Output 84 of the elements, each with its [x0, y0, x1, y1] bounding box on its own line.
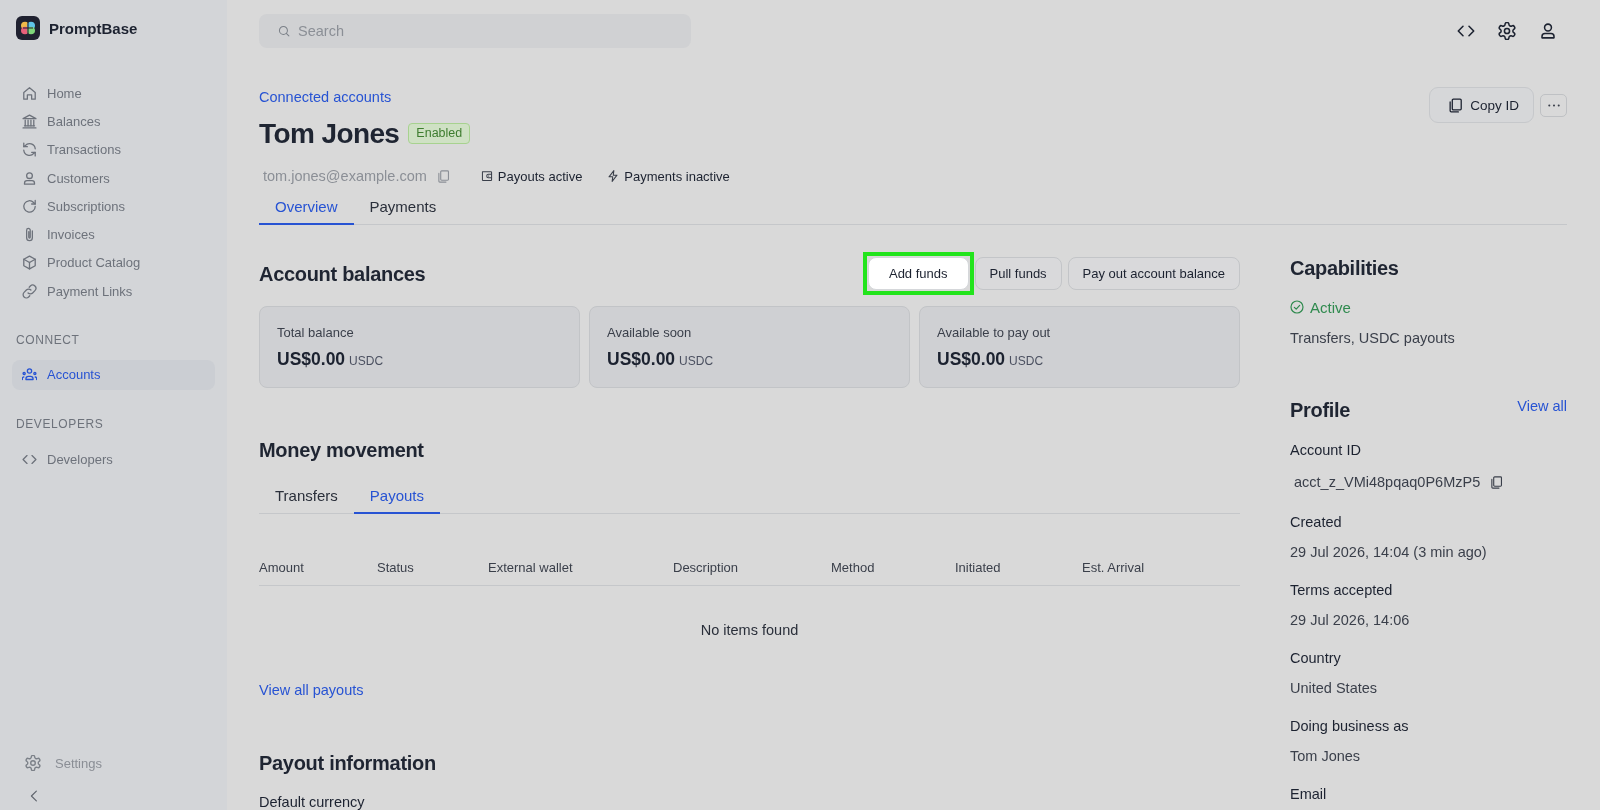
action-button[interactable]: Pull funds	[974, 257, 1062, 290]
home-icon	[22, 85, 37, 101]
capability-description: Transfers, USDC payouts	[1290, 329, 1456, 348]
section-title: Payout information	[259, 751, 437, 776]
brand-name: PromptBase	[49, 19, 138, 37]
lightning-icon	[607, 170, 620, 182]
field-label: Doing business as	[1290, 717, 1410, 736]
rotate-arrow-icon	[22, 198, 37, 214]
nav-item[interactable]: Transactions	[12, 135, 215, 164]
section-heading: DEVELOPERS	[15, 416, 105, 434]
view-all-link[interactable]: View all	[1517, 397, 1567, 415]
status-badge: Enabled	[408, 122, 471, 144]
nav-item[interactable]: Subscriptions	[12, 192, 215, 221]
app-logo-icon[interactable]	[16, 16, 40, 40]
section-heading: CONNECT	[15, 331, 81, 349]
people-icon	[22, 367, 37, 383]
person-icon	[22, 170, 37, 186]
section-title: Account balances	[259, 261, 426, 287]
search-icon	[278, 25, 290, 37]
column-header: Amount	[259, 560, 305, 575]
tab[interactable]: Transfers	[259, 481, 354, 514]
field-label: Account ID	[1290, 441, 1362, 460]
account-name: Tom Jones	[259, 117, 400, 151]
dots-icon	[1547, 104, 1560, 107]
bank-icon	[22, 113, 37, 129]
column-header: Est. Arrival	[1082, 560, 1146, 575]
copy-id-button[interactable]: Copy ID	[1429, 87, 1534, 123]
currency-code: USDC	[679, 353, 714, 370]
field-value: acct_z_VMi48pqaq0P6MzP5	[1294, 474, 1481, 490]
field-value: United States	[1290, 680, 1378, 696]
balance-label: Total balance	[277, 325, 355, 341]
cycle-arrows-icon	[22, 142, 37, 158]
currency-code: USDC	[1009, 353, 1044, 370]
settings-icon[interactable]	[1498, 22, 1516, 40]
nav-item[interactable]: Customers	[12, 163, 215, 193]
status-label: Payouts active	[497, 168, 583, 184]
nav-item[interactable]: Balances	[12, 107, 215, 136]
field-value: 29 Jul 2026, 14:06	[1290, 612, 1410, 628]
balance-label: Available soon	[607, 325, 693, 341]
field-value: 29 Jul 2026, 14:04 (3 min ago)	[1290, 544, 1487, 560]
currency-code: USDC	[349, 353, 384, 370]
copy-icon[interactable]	[1490, 475, 1504, 489]
tab[interactable]: Overview	[259, 192, 354, 225]
section-title: Money movement	[259, 438, 425, 463]
action-button[interactable]: Pay out account balance	[1067, 257, 1240, 290]
payouts-link[interactable]: View all payouts	[259, 681, 364, 699]
balance-label: Available to pay out	[937, 325, 1052, 341]
field-label: Email	[1290, 785, 1328, 804]
field-label: Terms accepted	[1290, 581, 1394, 600]
link-icon	[22, 283, 37, 299]
balance-amount: US$0.00	[277, 348, 346, 370]
field-label: Default currency	[259, 794, 365, 810]
balance-amount: US$0.00	[607, 348, 676, 370]
nav-item[interactable]: Developers	[12, 444, 215, 475]
balance-amount: US$0.00	[937, 348, 1006, 370]
search-field[interactable]: Search	[259, 14, 691, 48]
settings-icon	[25, 755, 41, 771]
nav-item[interactable]: Payment Links	[12, 277, 215, 306]
field-label: Created	[1290, 513, 1343, 532]
nav-item[interactable]: Home	[12, 79, 215, 108]
field-value: Tom Jones	[1290, 748, 1361, 764]
copy-icon	[1448, 97, 1464, 113]
breadcrumb-link[interactable]: Connected accounts	[259, 87, 392, 107]
wallet-icon	[480, 170, 493, 182]
column-header: Initiated	[955, 560, 1002, 575]
column-header: Status	[377, 560, 415, 575]
email-text: tom.jones@example.com	[263, 168, 427, 184]
tab[interactable]: Payouts	[353, 481, 440, 514]
person-icon[interactable]	[1539, 22, 1557, 40]
nav-item[interactable]: Product Catalog	[12, 248, 215, 278]
tab[interactable]: Payments	[353, 192, 453, 225]
status-label: Payments inactive	[624, 168, 730, 184]
column-header: Description	[673, 560, 740, 575]
status-text: Active	[1310, 298, 1351, 316]
box-icon	[22, 255, 37, 271]
field-label: Country	[1290, 649, 1342, 668]
empty-state-text: No items found	[700, 622, 799, 638]
column-header: External wallet	[488, 560, 574, 575]
section-title: Capabilities	[1290, 256, 1400, 281]
nav-item[interactable]: Invoices	[12, 220, 215, 249]
column-header: Method	[831, 560, 876, 575]
section-title: Profile	[1290, 398, 1351, 423]
nav-item[interactable]: Accounts	[12, 359, 215, 390]
action-button[interactable]: Add funds	[867, 257, 969, 290]
